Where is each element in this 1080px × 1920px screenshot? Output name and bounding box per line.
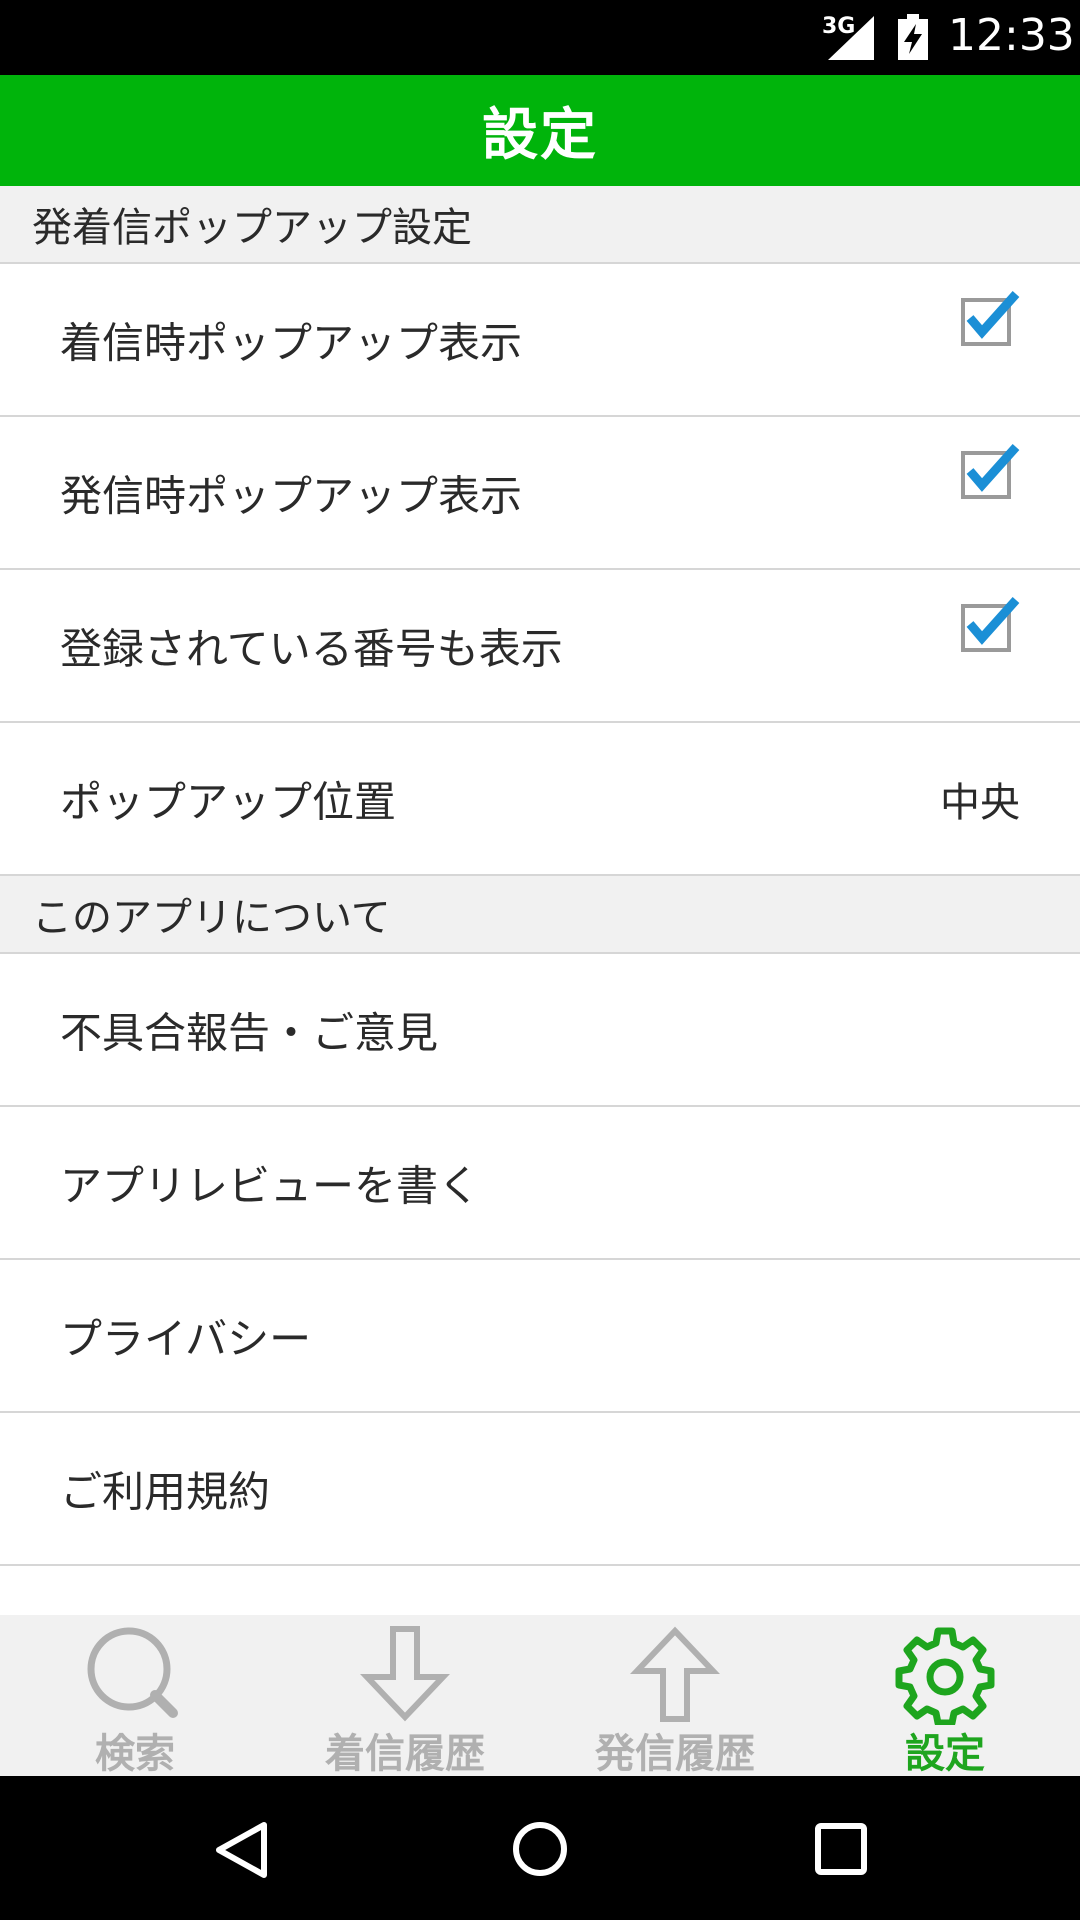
- menu-item-write-review[interactable]: アプリレビューを書く: [0, 1107, 1080, 1260]
- nav-search[interactable]: 検索: [0, 1615, 270, 1777]
- page-title: 設定: [482, 103, 598, 168]
- search-icon: [87, 1627, 178, 1718]
- nav-label: 発信履歴: [595, 1731, 755, 1777]
- checkbox-checked-icon[interactable]: [960, 288, 1022, 346]
- bottom-nav: 検索 着信履歴 発信履歴 設定: [0, 1615, 1080, 1777]
- section-header-label: 発着信ポップアップ設定: [32, 205, 472, 251]
- gear-icon: [895, 1627, 995, 1725]
- section-header-label: このアプリについて: [32, 895, 391, 941]
- menu-item-label: ご利用規約: [60, 1467, 271, 1516]
- nav-settings[interactable]: 設定: [810, 1615, 1080, 1777]
- system-nav-bar: [0, 1776, 1080, 1920]
- section-header-popup: 発着信ポップアップ設定: [0, 186, 1080, 264]
- setting-label: 発信時ポップアップ表示: [60, 471, 523, 520]
- setting-outgoing-popup[interactable]: 発信時ポップアップ表示: [0, 417, 1080, 570]
- menu-item-terms[interactable]: ご利用規約: [0, 1413, 1080, 1566]
- signal-icon: [828, 16, 874, 60]
- setting-value: 中央: [940, 779, 1020, 826]
- checkbox-checked-icon[interactable]: [960, 441, 1022, 499]
- menu-item-privacy[interactable]: プライバシー: [0, 1260, 1080, 1413]
- settings-list[interactable]: 発着信ポップアップ設定 着信時ポップアップ表示 発信時ポップアップ表示 登録され…: [0, 186, 1080, 1615]
- nav-incoming-history[interactable]: 着信履歴: [270, 1615, 540, 1777]
- menu-item-label: プライバシー: [60, 1314, 312, 1363]
- nav-label: 設定: [905, 1731, 985, 1777]
- menu-item-label: アプリレビューを書く: [60, 1161, 481, 1210]
- setting-incoming-popup[interactable]: 着信時ポップアップ表示: [0, 264, 1080, 417]
- clock: 12:33: [948, 10, 1075, 61]
- status-bar: 3G 12:33: [0, 0, 1080, 75]
- nav-outgoing-history[interactable]: 発信履歴: [540, 1615, 810, 1777]
- setting-popup-position[interactable]: ポップアップ位置 中央: [0, 723, 1080, 876]
- screen: 3G 12:33 設定 発着信ポップアップ設定 着信時ポップアップ表示 発信時ポ…: [0, 0, 1080, 1920]
- setting-label: 登録されている番号も表示: [60, 624, 563, 673]
- menu-item-bug-report[interactable]: 不具合報告・ご意見: [0, 954, 1080, 1107]
- section-header-about: このアプリについて: [0, 876, 1080, 954]
- setting-show-registered-numbers[interactable]: 登録されている番号も表示: [0, 570, 1080, 723]
- arrow-down-icon: [360, 1626, 450, 1722]
- checkbox-checked-icon[interactable]: [960, 594, 1022, 652]
- nav-label: 検索: [95, 1731, 175, 1777]
- menu-item-label: 不具合報告・ご意見: [60, 1008, 439, 1057]
- setting-label: 着信時ポップアップ表示: [60, 318, 523, 367]
- nav-label: 着信履歴: [325, 1731, 485, 1777]
- home-icon[interactable]: [511, 1820, 569, 1878]
- arrow-up-icon: [630, 1626, 720, 1722]
- recents-icon[interactable]: [814, 1822, 868, 1876]
- setting-label: ポップアップ位置: [60, 777, 397, 826]
- battery-charging-icon: [898, 14, 928, 60]
- back-icon[interactable]: [212, 1820, 270, 1880]
- app-bar: 設定: [0, 75, 1080, 186]
